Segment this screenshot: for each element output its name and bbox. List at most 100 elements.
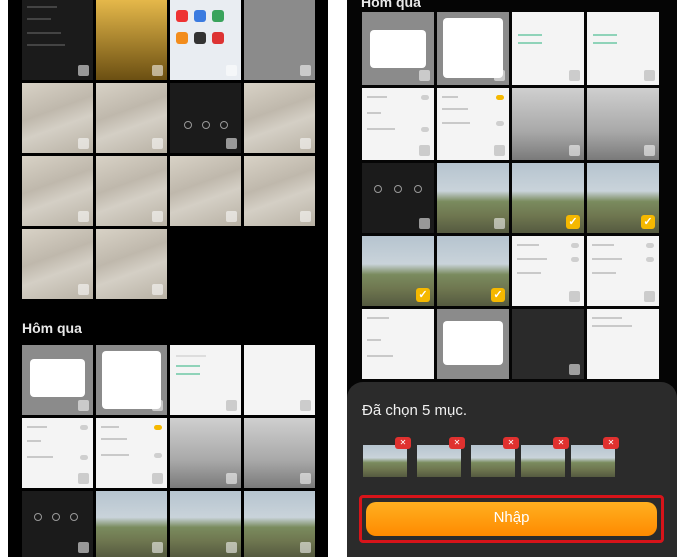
- select-box-icon[interactable]: [152, 542, 163, 553]
- select-box-icon[interactable]: [226, 138, 237, 149]
- select-box-icon[interactable]: [300, 473, 311, 484]
- photo-thumb[interactable]: [170, 83, 241, 153]
- close-icon[interactable]: ✕: [553, 437, 569, 449]
- photo-thumb[interactable]: [244, 345, 315, 415]
- select-box-icon[interactable]: [300, 211, 311, 222]
- select-box-icon[interactable]: [152, 400, 163, 411]
- photo-thumb[interactable]: [362, 309, 434, 379]
- select-box-icon[interactable]: [300, 138, 311, 149]
- photo-thumb[interactable]: [96, 83, 167, 153]
- photo-thumb[interactable]: [96, 418, 167, 488]
- select-box-icon[interactable]: [419, 70, 430, 81]
- select-box-icon[interactable]: [494, 145, 505, 156]
- selected-thumb[interactable]: ✕: [521, 437, 569, 477]
- photo-thumb[interactable]: [512, 309, 584, 379]
- checkmark-icon[interactable]: ✓: [491, 288, 505, 302]
- selected-thumb[interactable]: ✕: [471, 437, 519, 477]
- select-box-icon[interactable]: [226, 473, 237, 484]
- select-box-icon[interactable]: [569, 291, 580, 302]
- selected-thumb[interactable]: ✕: [363, 437, 411, 477]
- photo-thumb[interactable]: [244, 418, 315, 488]
- photo-thumb[interactable]: [96, 345, 167, 415]
- photo-thumb[interactable]: [170, 491, 241, 557]
- photo-thumb[interactable]: [437, 163, 509, 233]
- photo-thumb[interactable]: ✓: [437, 236, 509, 306]
- select-box-icon[interactable]: [78, 284, 89, 295]
- photo-thumb[interactable]: [22, 83, 93, 153]
- close-icon[interactable]: ✕: [603, 437, 619, 449]
- photo-thumb[interactable]: [512, 12, 584, 85]
- select-box-icon[interactable]: [226, 65, 237, 76]
- photo-thumb[interactable]: [587, 12, 659, 85]
- select-box-icon[interactable]: [644, 70, 655, 81]
- photo-thumb[interactable]: [244, 156, 315, 226]
- photo-thumb[interactable]: ✓: [587, 163, 659, 233]
- photo-thumb[interactable]: [437, 12, 509, 85]
- select-box-icon[interactable]: [152, 211, 163, 222]
- select-box-icon[interactable]: [494, 70, 505, 81]
- select-box-icon[interactable]: [152, 65, 163, 76]
- select-box-icon[interactable]: [78, 400, 89, 411]
- photo-thumb[interactable]: [170, 0, 241, 80]
- photo-thumb[interactable]: [170, 345, 241, 415]
- photo-thumb[interactable]: [512, 236, 584, 306]
- photo-thumb[interactable]: ✓: [512, 163, 584, 233]
- select-box-icon[interactable]: [300, 400, 311, 411]
- select-box-icon[interactable]: [419, 145, 430, 156]
- photo-thumb[interactable]: [362, 12, 434, 85]
- photo-thumb[interactable]: ✓: [362, 236, 434, 306]
- photo-thumb[interactable]: [22, 491, 93, 557]
- photo-thumb[interactable]: [437, 309, 509, 379]
- photo-thumb[interactable]: [22, 0, 93, 80]
- select-box-icon[interactable]: [78, 542, 89, 553]
- select-box-icon[interactable]: [644, 145, 655, 156]
- select-box-icon[interactable]: [152, 138, 163, 149]
- select-box-icon[interactable]: [226, 211, 237, 222]
- select-box-icon[interactable]: [300, 542, 311, 553]
- select-box-icon[interactable]: [152, 473, 163, 484]
- checkmark-icon[interactable]: ✓: [566, 215, 580, 229]
- select-box-icon[interactable]: [78, 65, 89, 76]
- select-box-icon[interactable]: [78, 138, 89, 149]
- select-box-icon[interactable]: [300, 65, 311, 76]
- checkmark-icon[interactable]: ✓: [641, 215, 655, 229]
- selected-thumb[interactable]: ✕: [417, 437, 465, 477]
- photo-thumb[interactable]: [22, 418, 93, 488]
- photo-thumb[interactable]: [22, 345, 93, 415]
- photo-thumb[interactable]: [437, 88, 509, 160]
- checkmark-icon[interactable]: ✓: [416, 288, 430, 302]
- close-icon[interactable]: ✕: [449, 437, 465, 449]
- select-box-icon[interactable]: [226, 542, 237, 553]
- photo-thumb[interactable]: [362, 163, 434, 233]
- select-box-icon[interactable]: [152, 284, 163, 295]
- select-box-icon[interactable]: [644, 291, 655, 302]
- photo-thumb[interactable]: [587, 236, 659, 306]
- close-icon[interactable]: ✕: [503, 437, 519, 449]
- photo-thumb[interactable]: [244, 491, 315, 557]
- select-box-icon[interactable]: [78, 211, 89, 222]
- photo-thumb[interactable]: [96, 491, 167, 557]
- select-box-icon[interactable]: [494, 218, 505, 229]
- photo-thumb[interactable]: [587, 88, 659, 160]
- photo-thumb[interactable]: [96, 0, 167, 80]
- select-box-icon[interactable]: [226, 400, 237, 411]
- photo-thumb[interactable]: [512, 88, 584, 160]
- photo-thumb[interactable]: [96, 156, 167, 226]
- select-box-icon[interactable]: [569, 70, 580, 81]
- photo-thumb[interactable]: [22, 156, 93, 226]
- close-icon[interactable]: ✕: [395, 437, 411, 449]
- photo-thumb[interactable]: [244, 0, 315, 80]
- photo-thumb[interactable]: [96, 229, 167, 299]
- photo-thumb[interactable]: [170, 418, 241, 488]
- photo-thumb[interactable]: [362, 88, 434, 160]
- select-box-icon[interactable]: [569, 145, 580, 156]
- photo-thumb[interactable]: [22, 229, 93, 299]
- selected-thumb[interactable]: ✕: [571, 437, 619, 477]
- photo-thumb[interactable]: [587, 309, 659, 379]
- select-box-icon[interactable]: [78, 473, 89, 484]
- photo-thumb[interactable]: [170, 156, 241, 226]
- photo-thumb[interactable]: [244, 83, 315, 153]
- select-box-icon[interactable]: [569, 364, 580, 375]
- select-box-icon[interactable]: [419, 218, 430, 229]
- import-button[interactable]: Nhập: [366, 502, 657, 536]
